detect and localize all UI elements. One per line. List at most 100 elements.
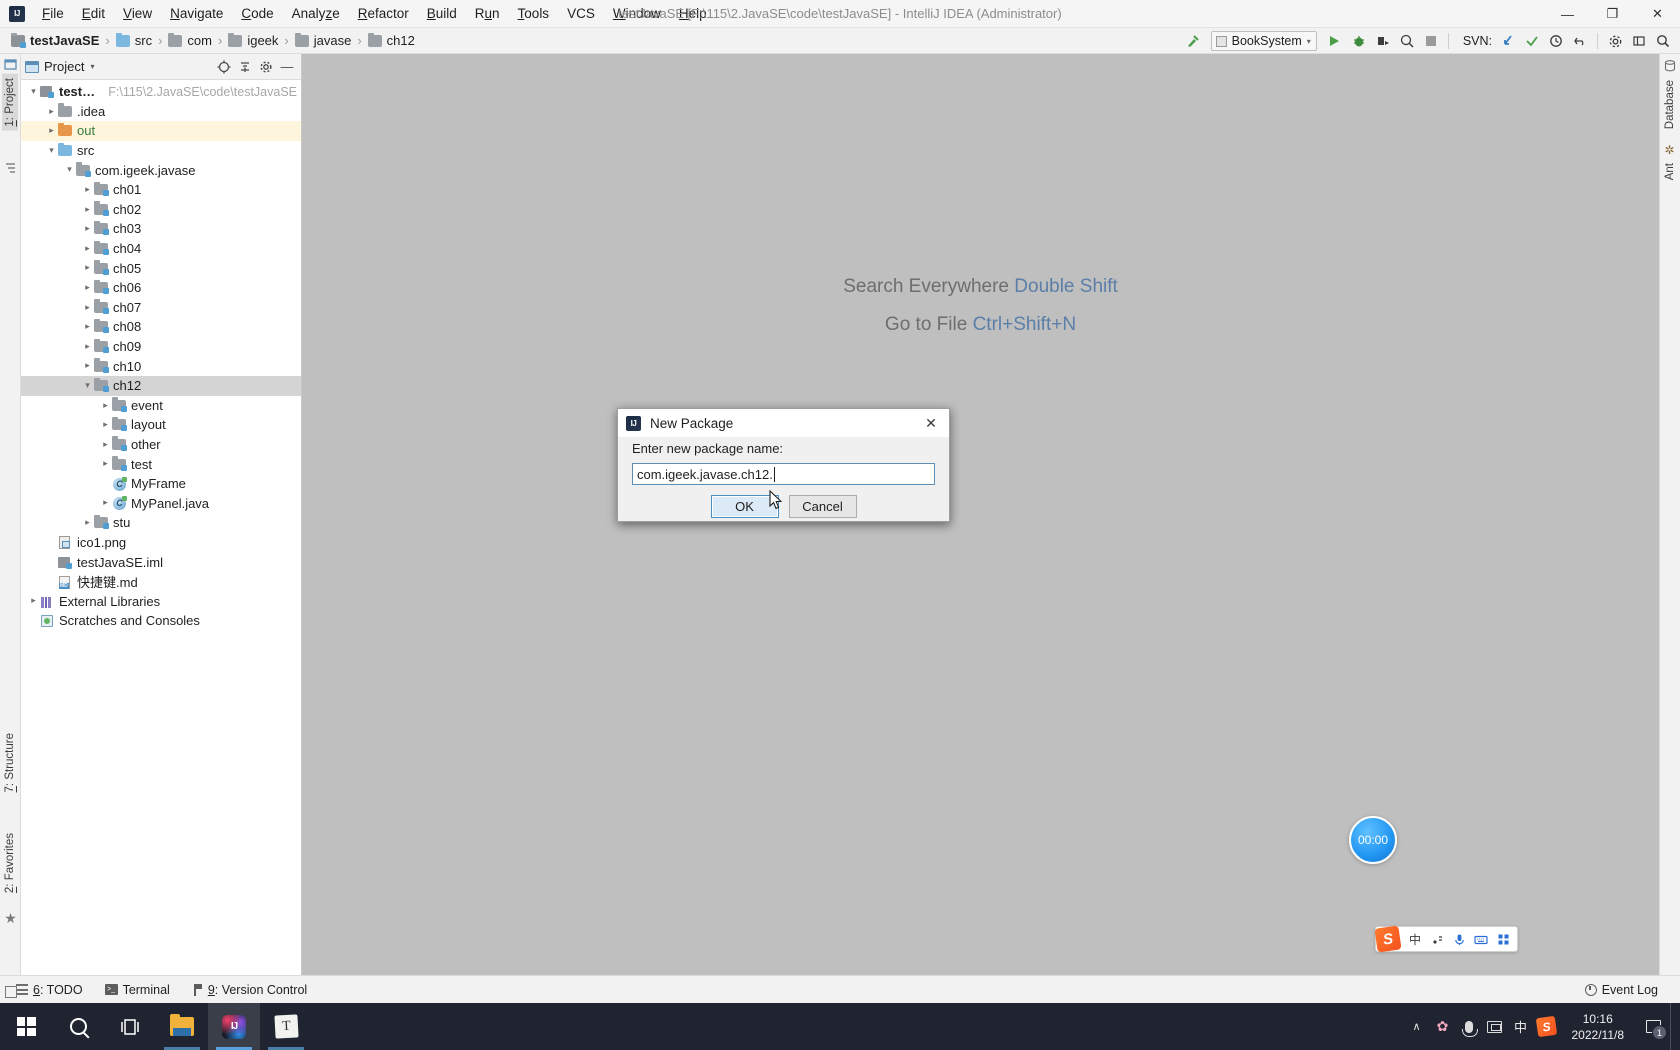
menu-run[interactable]: Run <box>466 3 509 24</box>
sidebar-item-database[interactable]: Database <box>1662 76 1678 133</box>
notification-center-button[interactable]: 1 <box>1636 1003 1670 1050</box>
collapse-arrow-icon[interactable]: ▸ <box>81 278 94 298</box>
collapse-arrow-icon[interactable]: ▸ <box>81 513 94 533</box>
tree-node-test[interactable]: ▸ test <box>21 454 301 474</box>
collapse-arrow-icon[interactable]: ▸ <box>81 317 94 337</box>
tree-node-ch05[interactable]: ▸ ch05 <box>21 258 301 278</box>
collapse-arrow-icon[interactable]: ▸ <box>45 102 58 122</box>
tree-node-ch12[interactable]: ▾ ch12 <box>21 375 301 396</box>
tree-node-ch04[interactable]: ▸ ch04 <box>21 239 301 259</box>
tree-node-layout[interactable]: ▸ layout <box>21 415 301 435</box>
tree-node-ch08[interactable]: ▸ ch08 <box>21 317 301 337</box>
svn-history-icon[interactable] <box>1545 30 1567 52</box>
tree-node-stu[interactable]: ▸ stu <box>21 513 301 533</box>
collapse-arrow-icon[interactable]: ▸ <box>81 180 94 200</box>
collapse-arrow-icon[interactable]: ▸ <box>81 258 94 278</box>
breadcrumb-item-com[interactable]: com <box>165 32 215 49</box>
microphone-icon[interactable] <box>1449 929 1469 949</box>
build-hammer-icon[interactable] <box>1182 30 1204 52</box>
collapse-arrow-icon[interactable]: ▸ <box>99 454 112 474</box>
sidebar-item-project[interactable]: 1: Project <box>2 74 18 131</box>
taskbar-file-explorer[interactable] <box>156 1003 208 1050</box>
package-name-input[interactable]: com.igeek.javase.ch12. <box>632 463 935 485</box>
menu-refactor[interactable]: Refactor <box>349 3 418 24</box>
tree-node-testjavase-iml[interactable]: ▸ testJavaSE.iml <box>21 552 301 572</box>
tree-node-ch01[interactable]: ▸ ch01 <box>21 180 301 200</box>
collapse-arrow-icon[interactable]: ▸ <box>27 591 40 611</box>
keyboard-icon[interactable] <box>1471 929 1491 949</box>
menu-tools[interactable]: Tools <box>509 3 559 24</box>
sogou-icon[interactable]: S <box>1534 1003 1560 1050</box>
menu-code[interactable]: Code <box>232 3 282 24</box>
collapse-arrow-icon[interactable]: ▸ <box>81 200 94 220</box>
minimize-button[interactable]: — <box>1545 0 1590 28</box>
settings-icon[interactable] <box>1604 30 1626 52</box>
collapse-arrow-icon[interactable]: ▸ <box>99 435 112 455</box>
tool-window-terminal[interactable]: >_ Terminal <box>97 980 178 1000</box>
tree-node-src[interactable]: ▾ src <box>21 141 301 161</box>
menu-navigate[interactable]: Navigate <box>161 3 232 24</box>
collapse-arrow-icon[interactable]: ▸ <box>99 493 112 513</box>
collapse-arrow-icon[interactable]: ▸ <box>81 298 94 318</box>
tree-node-ico1-png[interactable]: ▸ ico1.png <box>21 533 301 553</box>
profile-icon[interactable] <box>1396 30 1418 52</box>
collapse-arrow-icon[interactable]: ▸ <box>81 219 94 239</box>
tree-node-ch09[interactable]: ▸ ch09 <box>21 337 301 357</box>
menu-vcs[interactable]: VCS <box>558 3 604 24</box>
debug-icon[interactable] <box>1348 30 1370 52</box>
menu-edit[interactable]: Edit <box>73 3 114 24</box>
expand-arrow-icon[interactable]: ▾ <box>63 160 76 180</box>
star-icon[interactable]: ★ <box>4 911 17 925</box>
display-icon[interactable] <box>1482 1003 1508 1050</box>
svn-commit-icon[interactable] <box>1521 30 1543 52</box>
voice-punctuation-icon[interactable] <box>1427 929 1447 949</box>
menu-help[interactable]: Help <box>670 3 716 24</box>
tree-node-other[interactable]: ▸ other <box>21 435 301 455</box>
collapse-arrow-icon[interactable]: ▸ <box>81 239 94 259</box>
event-log-button[interactable]: Event Log <box>1577 980 1666 1000</box>
status-bar-layout-icon[interactable] <box>5 986 17 998</box>
tree-node-scratches-and-consoles[interactable]: ▸ Scratches and Consoles <box>21 611 301 631</box>
show-hidden-icons-button[interactable]: ∧ <box>1404 1003 1430 1050</box>
collapse-arrow-icon[interactable]: ▸ <box>81 356 94 376</box>
menu-view[interactable]: View <box>114 3 161 24</box>
close-button[interactable]: ✕ <box>1635 0 1680 28</box>
tree-node-ch10[interactable]: ▸ ch10 <box>21 356 301 376</box>
tool-window-todo[interactable]: 6: TODO <box>8 980 91 1000</box>
microphone-icon[interactable] <box>1456 1003 1482 1050</box>
chinese-mode-icon[interactable]: 中 <box>1405 929 1425 949</box>
sidebar-item-favorites[interactable]: 2: Favorites <box>2 829 18 897</box>
tree-node-out[interactable]: ▸ out <box>21 121 301 141</box>
sakura-icon[interactable]: ✿ <box>1430 1003 1456 1050</box>
sidebar-item-structure[interactable]: 7: Structure <box>2 729 18 796</box>
tree-node-myframe[interactable]: ▸C MyFrame <box>21 474 301 494</box>
svn-rollback-icon[interactable] <box>1569 30 1591 52</box>
run-configuration-selector[interactable]: BookSystem ▾ <box>1210 31 1317 51</box>
project-tree[interactable]: ▾ testJavaSE F:\115\2.JavaSE\code\testJava… <box>21 80 301 975</box>
collapse-all-icon[interactable] <box>235 57 255 77</box>
menu-file[interactable]: File <box>33 3 73 24</box>
tree-node-external-libraries[interactable]: ▸ External Libraries <box>21 591 301 611</box>
tree-node--md[interactable]: ▸ 快捷键.md <box>21 572 301 592</box>
menu-analyze[interactable]: Analyze <box>283 3 349 24</box>
collapse-arrow-icon[interactable]: ▸ <box>99 415 112 435</box>
collapse-arrow-icon[interactable]: ▸ <box>45 121 58 141</box>
tree-node-testjavase[interactable]: ▾ testJavaSE F:\115\2.JavaSE\code\testJava… <box>21 82 301 102</box>
svn-update-icon[interactable] <box>1497 30 1519 52</box>
toolbox-icon[interactable] <box>1493 929 1513 949</box>
ime-chinese-icon[interactable]: 中 <box>1508 1003 1534 1050</box>
taskbar-intellij-idea[interactable] <box>208 1003 260 1050</box>
expand-arrow-icon[interactable]: ▾ <box>81 376 94 396</box>
maximize-button[interactable]: ❐ <box>1590 0 1635 28</box>
collapse-arrow-icon[interactable]: ▸ <box>81 337 94 357</box>
run-icon[interactable] <box>1324 30 1346 52</box>
tree-node-ch03[interactable]: ▸ ch03 <box>21 219 301 239</box>
breadcrumb-item-ch12[interactable]: ch12 <box>365 32 418 49</box>
tree-node-com-igeek-javase[interactable]: ▾ com.igeek.javase <box>21 160 301 180</box>
menu-build[interactable]: Build <box>418 3 466 24</box>
breadcrumb-item-project[interactable]: testJavaSE <box>8 32 102 49</box>
menu-window[interactable]: Window <box>604 3 670 24</box>
timer-widget[interactable]: 00:00 <box>1349 816 1397 864</box>
task-view-button[interactable] <box>104 1003 156 1050</box>
stop-icon[interactable] <box>1420 30 1442 52</box>
